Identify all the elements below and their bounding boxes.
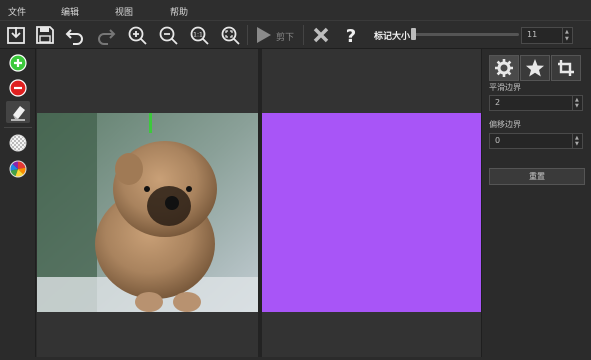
smooth-edge-label: 平滑边界	[489, 83, 521, 92]
mark-size-value: 11	[527, 30, 538, 39]
remove-marker-icon[interactable]	[6, 77, 30, 99]
mark-size-stepper[interactable]: 11 ▲ ▼	[521, 27, 573, 44]
svg-text:?: ?	[346, 26, 356, 46]
stepper-down-icon[interactable]: ▼	[565, 37, 569, 42]
keep-marker-icon[interactable]	[6, 52, 30, 74]
tool-separator	[4, 127, 32, 128]
zoom-out-icon[interactable]	[157, 24, 179, 46]
help-icon[interactable]: ?	[340, 24, 362, 47]
close-icon[interactable]	[310, 24, 332, 46]
menu-view[interactable]: 视图	[115, 5, 133, 18]
toolbar-separator	[247, 25, 248, 45]
offset-edge-label: 偏移边界	[489, 120, 521, 129]
offset-edge-stepper[interactable]: 0 ▲ ▼	[489, 133, 583, 149]
stepper-up-icon[interactable]: ▲	[565, 30, 569, 35]
menu-help[interactable]: 帮助	[170, 5, 188, 18]
reset-button[interactable]: 重置	[489, 168, 585, 185]
fit-icon[interactable]	[219, 24, 241, 46]
mark-size-slider-track[interactable]	[414, 33, 519, 36]
mark-size-label: 标记大小	[374, 32, 411, 42]
tab-settings[interactable]	[489, 55, 519, 81]
star-icon	[526, 59, 544, 77]
redo-icon[interactable]	[95, 24, 117, 46]
eraser-icon[interactable]	[6, 101, 30, 123]
import-icon[interactable]	[5, 24, 27, 46]
gear-icon	[495, 59, 513, 77]
color-wheel-icon[interactable]	[6, 158, 30, 180]
tab-crop[interactable]	[551, 55, 581, 81]
output-preview	[262, 113, 481, 312]
tab-effects[interactable]	[520, 55, 550, 81]
smooth-edge-stepper[interactable]: 2 ▲ ▼	[489, 95, 583, 111]
stepper-down-icon[interactable]: ▼	[575, 104, 579, 109]
cut-label[interactable]: 剪下	[276, 30, 294, 43]
input-canvas[interactable]	[37, 49, 258, 357]
menu-file[interactable]: 文件	[8, 5, 26, 18]
output-canvas	[262, 49, 481, 357]
crop-icon	[558, 60, 574, 76]
toolbar-separator	[303, 25, 304, 45]
settings-panel: 平滑边界 2 ▲ ▼ 偏移边界 0 ▲ ▼ 重置	[481, 49, 591, 357]
stepper-arrows[interactable]: ▲ ▼	[562, 28, 572, 43]
save-icon[interactable]	[34, 24, 56, 46]
play-icon[interactable]	[252, 24, 274, 46]
svg-text:1:1: 1:1	[193, 32, 203, 39]
stepper-arrows[interactable]: ▲ ▼	[572, 96, 582, 110]
left-toolbar	[0, 49, 36, 357]
menu-edit[interactable]: 编辑	[61, 5, 79, 18]
stepper-arrows[interactable]: ▲ ▼	[572, 134, 582, 148]
actual-size-icon[interactable]: 1:1	[188, 24, 210, 46]
mark-size-slider-handle[interactable]	[411, 28, 416, 40]
stepper-down-icon[interactable]: ▼	[575, 142, 579, 147]
offset-edge-value: 0	[495, 136, 501, 145]
undo-icon[interactable]	[64, 24, 86, 46]
smooth-edge-value: 2	[495, 98, 501, 107]
zoom-in-icon[interactable]	[126, 24, 148, 46]
menu-bar: 文件 编辑 视图 帮助	[0, 0, 591, 21]
transparency-icon[interactable]	[6, 132, 30, 154]
dog-photo[interactable]	[37, 49, 258, 357]
